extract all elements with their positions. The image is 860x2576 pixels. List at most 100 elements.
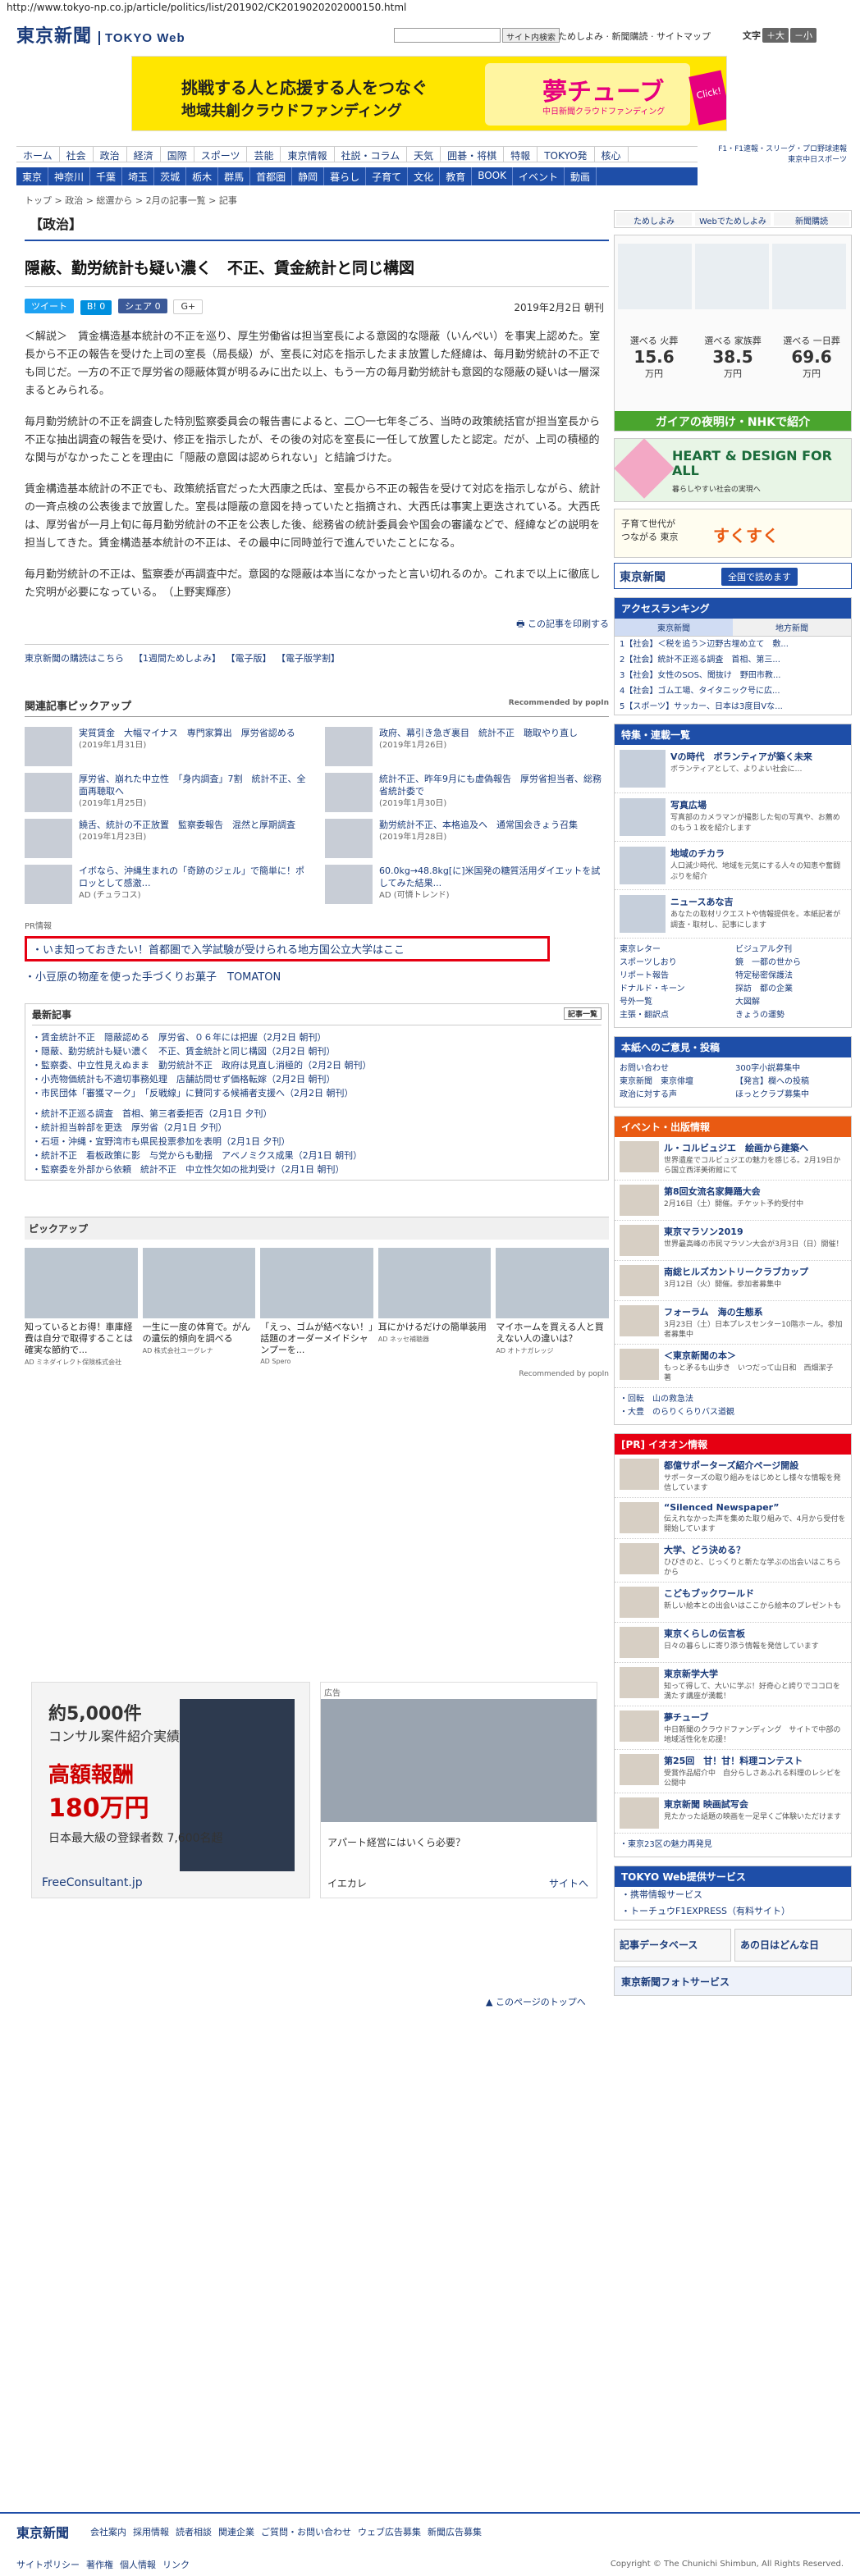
related-item[interactable]: 実質賃金 大幅マイナス 専門家算出 厚労省認める (2019年1月31日) — [25, 727, 309, 768]
related-item[interactable]: 60.0kg→48.8kg[に]米国発の糖質活用ダイエットを試してみた結果...… — [325, 865, 609, 906]
nav-item[interactable]: 国際 — [161, 147, 194, 162]
nav-item[interactable]: 特報 — [504, 147, 538, 162]
tweet-button[interactable]: ツイート — [25, 299, 74, 313]
banner-ad[interactable]: 挑戦する人と応援する人をつなぐ 地域共創クラウドファンディング 夢チューブ 中日新… — [131, 56, 727, 131]
nav-item[interactable]: スポーツ — [194, 147, 248, 162]
footer-link[interactable]: 個人情報 — [120, 2560, 156, 2570]
feature-link[interactable]: きょうの運勢 — [735, 1009, 846, 1022]
latest-item[interactable]: ・石垣・沖縄・宜野湾市も県民投票参加を表明（2月1日 夕刊） — [32, 1135, 602, 1149]
heart-design-banner[interactable]: HEART & DESIGN FOR ALL 暮らしやすい社会の実現へ — [614, 438, 852, 502]
opinion-link[interactable]: 300字小説募集中 — [735, 1062, 846, 1076]
related-title[interactable]: 厚労省、崩れた中立性 「身内調査」7割 統計不正、全面再聴取へ — [79, 774, 306, 797]
region-nav-item[interactable]: 埼玉 — [122, 167, 155, 185]
related-title[interactable]: 勤労統計不正、本格追及へ 通常国会きょう召集 — [379, 820, 578, 830]
region-nav-item[interactable]: 静岡 — [292, 167, 325, 185]
nav-item[interactable]: 天気 — [407, 147, 441, 162]
header-links[interactable]: ためしよみ · 新聞購読 · サイトマップ — [558, 30, 711, 43]
footer-link[interactable]: 採用情報 — [133, 2527, 169, 2537]
feature-link[interactable]: スポーツしおり — [620, 957, 730, 970]
region-nav-item[interactable]: 千葉 — [90, 167, 123, 185]
nav-item[interactable]: 社会 — [60, 147, 94, 162]
region-nav-item[interactable]: 東京 — [16, 167, 49, 185]
related-item[interactable]: 厚労省、崩れた中立性 「身内調査」7割 統計不正、全面再聴取へ (2019年1月2… — [25, 773, 309, 814]
nav-item[interactable]: 経済 — [127, 147, 161, 162]
sukusuku-banner[interactable]: 子育て世代が つながる 東京 すくすく — [614, 509, 852, 558]
feature-link[interactable]: ドナルド・キーン — [620, 983, 730, 996]
funeral-ad[interactable]: 選べる 火葬 15.6 万円 選べる 家族葬 38.5 万円 選べる 一日葬 69.6 万円… — [614, 235, 852, 432]
event-item[interactable]: 第8回女流名家舞踊大会 2月16日（土）開催。チケット予約受付中 — [615, 1181, 851, 1221]
ranking-item[interactable]: 3【社会】女性のSOS、聞抜け 野田市教... — [615, 668, 851, 683]
site-logo[interactable]: 東京新聞 TOKYO Web — [16, 21, 185, 48]
hatena-button[interactable]: B! 0 — [80, 300, 112, 315]
latest-item[interactable]: ・統計担当幹部を更迭 厚労省（2月1日 夕刊） — [32, 1121, 602, 1135]
feature-item[interactable]: 地域のチカラ 人口減少時代、地域を元気にする人々の知恵や奮闘ぶりを紹介 — [615, 842, 851, 890]
footer-link[interactable]: サイトポリシー — [16, 2560, 80, 2570]
related-title[interactable]: 実質賃金 大幅マイナス 専門家算出 厚労省認める — [79, 728, 295, 738]
event-item[interactable]: ル・コルビュジエ 絵画から建築へ 世界遺産でコルビュジエの魅力を感じる。2月19日… — [615, 1137, 851, 1181]
footer-link[interactable]: 関連企業 — [218, 2527, 254, 2537]
footer-link[interactable]: リンク — [162, 2560, 190, 2570]
region-nav-item[interactable]: 暮らし — [324, 167, 367, 185]
nav-item[interactable]: 社説・コラム — [335, 147, 408, 162]
footer-link[interactable]: 新聞広告募集 — [428, 2527, 482, 2537]
opinion-link[interactable]: ほっとクラブ募集中 — [735, 1089, 846, 1102]
page-top-link[interactable]: ▲ このページのトップへ — [486, 1995, 586, 2008]
region-nav-item[interactable]: 茨城 — [154, 167, 187, 185]
footer-link[interactable]: ご質問・お問い合わせ — [261, 2527, 351, 2537]
pickup-card[interactable]: 耳にかけるだけの簡単装用 AD ネッセ補聴器 — [377, 1248, 492, 1367]
pr-item[interactable]: 都億サポーターズ紹介ページ開設 サポーターズの取り組みをはじめとし様々な情報を発信… — [615, 1455, 851, 1498]
feature-item[interactable]: ニュースあな吉 あなたの取材リクエストや情報提供を。本紙記者が調査・取材し、記事に… — [615, 890, 851, 939]
latest-item[interactable]: ・監察委、中立性見えぬまま 勤労統計不正 政府は見直し消極的（2月2日 朝刊） — [32, 1058, 602, 1072]
article-list-button[interactable]: 記事一覧 — [563, 1007, 602, 1020]
gplus-button[interactable]: G+ — [173, 299, 204, 314]
ranking-item[interactable]: 2【社会】統計不正巡る調査 首相、第三... — [615, 652, 851, 668]
pr-item[interactable]: 東京新聞 映画試写会 見たかった話題の映画を一足早くご体験いただけます — [615, 1793, 851, 1834]
related-item[interactable]: 勤労統計不正、本格追及へ 通常国会きょう召集 (2019年1月28日) — [325, 819, 609, 860]
region-nav-item[interactable]: 首都圏 — [250, 167, 293, 185]
footer-logo[interactable]: 東京新聞 — [16, 2522, 69, 2542]
pr-item[interactable]: 東京くらしの伝言板 日々の暮らしに寄り添う情報を発信しています — [615, 1623, 851, 1663]
web-trial-button[interactable]: Webでためしよみ — [695, 212, 771, 226]
region-nav-item[interactable]: 教育 — [440, 167, 473, 185]
pr-highlight-link[interactable]: ・いま知っておきたい！首都圏で入学試験が受けられる地方国公立大学はここ — [25, 936, 550, 961]
opinion-link[interactable]: 東京新聞 東京俳壇 — [620, 1076, 730, 1089]
latest-item[interactable]: ・小売物価統計も不適切事務処理 店舗訪問せず価格転嫁（2月2日 朝刊） — [32, 1072, 602, 1086]
event-item[interactable]: フォーラム 海の生態系 3月23日（土）日本プレスセンター10階ホール。参加者募集… — [615, 1301, 851, 1345]
related-title[interactable]: 統計不正、昨年9月にも虚偽報告 厚労省担当者、総務省統計委で — [379, 774, 602, 797]
search-input[interactable] — [394, 28, 501, 43]
latest-item[interactable]: ・統計不正巡る調査 首相、第三者委拒否（2月1日 夕刊） — [32, 1107, 602, 1121]
feature-link[interactable]: 号外一覧 — [620, 996, 730, 1009]
pr-item[interactable]: 大学、どう決める？ ひびきのと、じっくりと新たな学ぶの出会いはこちらから — [615, 1539, 851, 1583]
pr-item[interactable]: こどもブックワールド 新しい絵本との出会いはここから絵本のプレゼントも — [615, 1583, 851, 1623]
pickup-card[interactable]: 一生に一度の体育で。がんの遺伝的傾向を調べる AD 株式会社ユーグレナ — [142, 1248, 256, 1367]
anohi-banner[interactable]: あの日はどんな日 — [734, 1929, 852, 1962]
region-nav-item[interactable]: 子育て — [366, 167, 409, 185]
pickup-card[interactable]: 「えっ、ゴムが結べない！」話題のオーダーメイドシャンプーを... AD Spero — [260, 1248, 373, 1367]
opinion-link[interactable]: お問い合わせ — [620, 1062, 730, 1076]
region-nav-item[interactable]: 文化 — [408, 167, 441, 185]
feature-item[interactable]: Vの時代 ボランティアが築く未来 ボランティアとして、よりよい社会に… — [615, 745, 851, 793]
pr-item[interactable]: 東京新学大学 知って得して、大いに学ぶ！好奇心と誇りでココロを満たす講座が満載！ — [615, 1663, 851, 1706]
region-nav-item[interactable]: BOOK — [472, 167, 513, 185]
latest-item[interactable]: ・監察委を外部から依頼 統計不正 中立性欠如の批判受け（2月1日 朝刊） — [32, 1162, 602, 1176]
region-nav-item[interactable]: イベント — [513, 167, 565, 185]
latest-item[interactable]: ・市民団体「審獲マーク」 「反戦線」に賛同する候補者支援へ（2月2日 朝刊） — [32, 1086, 602, 1100]
opinion-link[interactable]: 政治に対する声 — [620, 1089, 730, 1102]
pickup-card[interactable]: 知っているとお得！車庫経費は自分で取得することは確実な節約で... AD ミネダイ… — [25, 1248, 138, 1367]
feature-link[interactable]: 東京レター — [620, 943, 730, 957]
event-item[interactable]: ＜東京新聞の本＞ もっと矛るも山歩き いつだって山日和 西畑潔子 著 — [615, 1345, 851, 1388]
nav-item[interactable]: 囲碁・将棋 — [441, 147, 505, 162]
banner-click-badge[interactable]: Click! — [688, 70, 726, 126]
nav-item[interactable]: 核心 — [595, 147, 629, 162]
region-nav-item[interactable]: 栃木 — [186, 167, 219, 185]
pr-item[interactable]: 第25回 甘！甘！料理コンテスト 受賞作品紹介中 自分らしさあふれる料理のレシピを… — [615, 1750, 851, 1793]
footer-link[interactable]: 読者相談 — [176, 2527, 212, 2537]
feature-item[interactable]: 写真広場 写真部のカメラマンが撮影した旬の写真や、お薦めのもう１枚を紹介します — [615, 793, 851, 842]
feature-link[interactable]: リポート報告 — [620, 970, 730, 983]
feature-link[interactable]: 探訪 都の企業 — [735, 983, 846, 996]
related-item[interactable]: イボなら、沖縄生まれの「奇跡のジェル」で簡単に！ポロッとして感激… AD (チュラ… — [25, 865, 309, 906]
footer-link[interactable]: ウェブ広告募集 — [358, 2527, 421, 2537]
related-title[interactable]: イボなら、沖縄生まれの「奇跡のジェル」で簡単に！ポロッとして感激… — [79, 866, 304, 888]
feature-link[interactable]: 鏡 一都の世から — [735, 957, 846, 970]
visit-site-link[interactable]: サイトへ — [549, 1876, 588, 1890]
